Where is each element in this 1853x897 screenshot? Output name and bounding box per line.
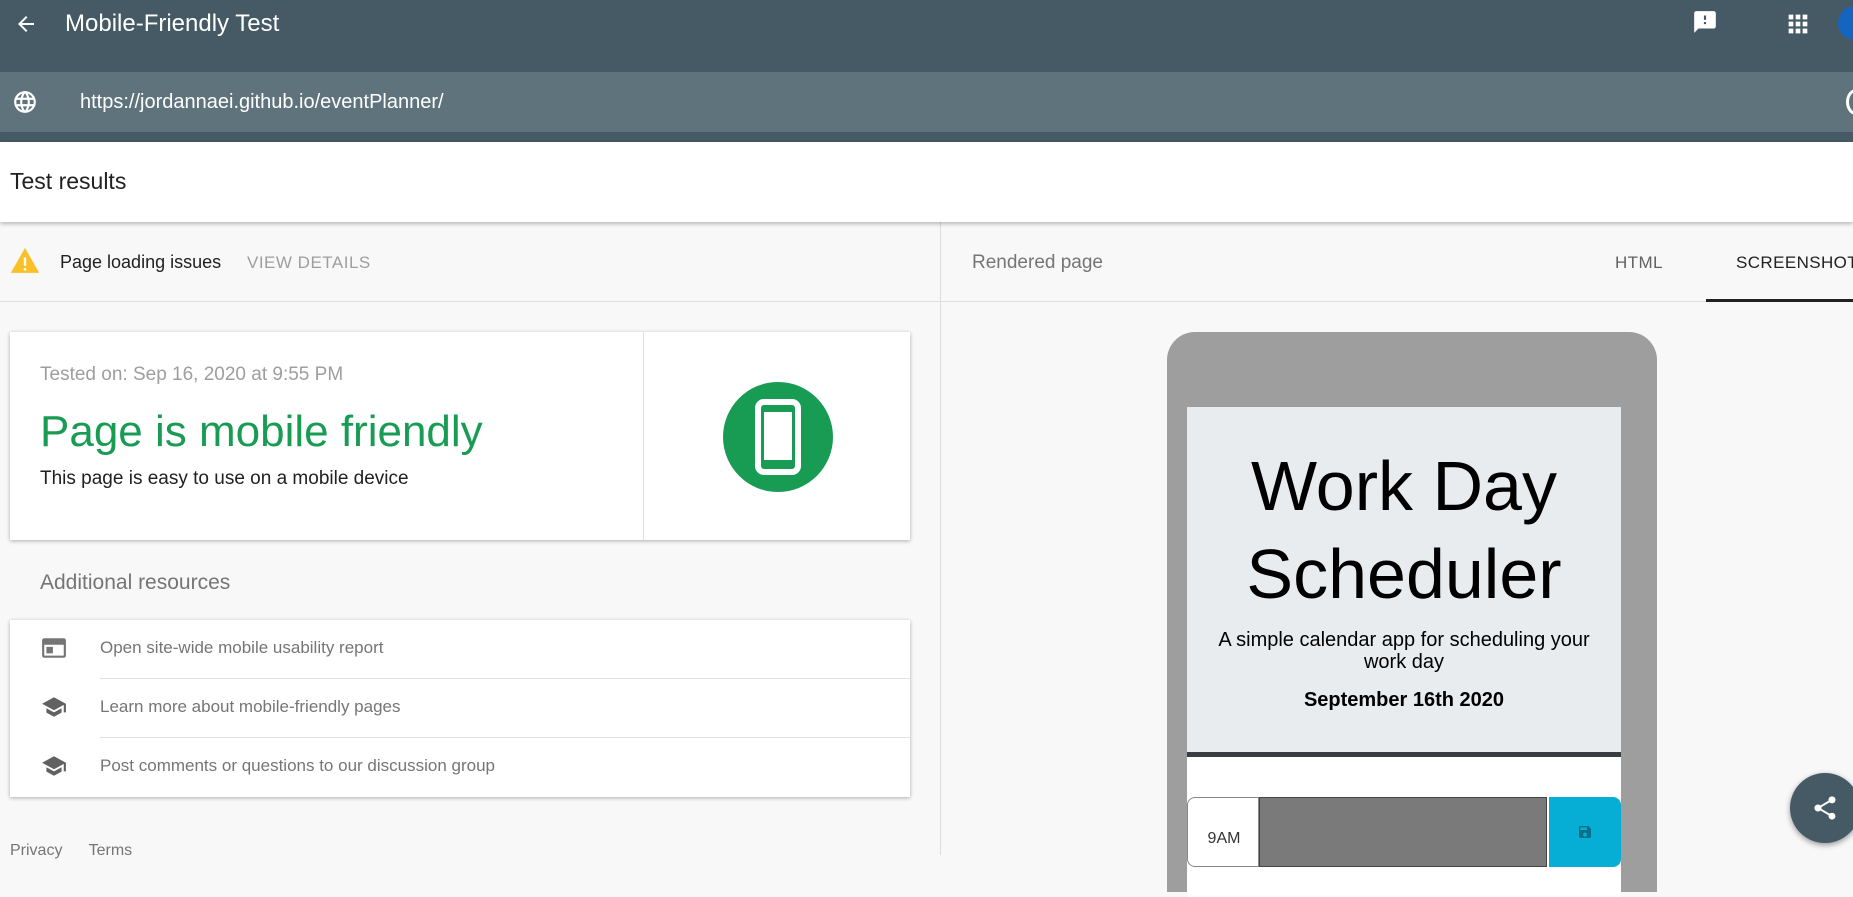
summary-text-area: Tested on: Sep 16, 2020 at 9:55 PM Page … xyxy=(10,332,644,540)
title-row: Mobile-Friendly Test xyxy=(0,0,1853,48)
mobile-friendly-badge xyxy=(723,382,833,492)
tab-screenshot[interactable]: SCREENSHOT xyxy=(1736,253,1853,273)
device-frame: Work Day Scheduler A simple calendar app… xyxy=(1167,332,1657,897)
resource-item-discussion-group[interactable]: Post comments or questions to our discus… xyxy=(10,738,910,797)
verdict-description: This page is easy to use on a mobile dev… xyxy=(40,468,409,489)
app-title: Mobile-Friendly Test xyxy=(65,10,280,37)
preview-date: September 16th 2020 xyxy=(1303,689,1505,711)
selected-tab-indicator xyxy=(1706,299,1853,302)
results-left-panel: Page loading issues VIEW DETAILS Tested … xyxy=(0,222,940,859)
results-title: Test results xyxy=(10,168,127,194)
resource-item-label: Post comments or questions to our discus… xyxy=(100,756,495,775)
back-button[interactable] xyxy=(10,8,42,40)
preview-hour-row: 9AM xyxy=(1187,797,1621,867)
tested-on-text: Tested on: Sep 16, 2020 at 9:55 PM xyxy=(40,364,344,385)
rendered-page-panel: Rendered page HTML SCREENSHOT Work Day S… xyxy=(940,222,1853,897)
arrow-back-icon xyxy=(18,16,34,32)
resource-item-label: Learn more about mobile-friendly pages xyxy=(100,697,401,716)
mobile-friendly-verdict: Page is mobile friendly xyxy=(40,407,483,456)
feedback-icon xyxy=(1694,11,1716,33)
view-details-link[interactable]: VIEW DETAILS xyxy=(247,253,371,273)
terms-link[interactable]: Terms xyxy=(89,842,133,859)
results-header: Test results xyxy=(0,142,1853,222)
apps-grid-icon xyxy=(1788,14,1808,34)
smartphone-icon xyxy=(755,399,801,475)
report-icon xyxy=(42,638,66,658)
preview-save-button xyxy=(1549,797,1621,867)
share-button[interactable] xyxy=(1790,773,1853,843)
save-icon xyxy=(1579,826,1591,838)
additional-resources-heading: Additional resources xyxy=(40,571,231,594)
url-input[interactable] xyxy=(80,86,1780,118)
preview-subtitle: A simple calendar app for scheduling you… xyxy=(1218,629,1590,673)
preview-hour-label: 9AM xyxy=(1187,797,1259,867)
feedback-button[interactable] xyxy=(1692,8,1718,36)
share-icon xyxy=(1814,796,1836,820)
resource-item-learn-more[interactable]: Learn more about mobile-friendly pages xyxy=(10,679,910,738)
rendered-screenshot: Work Day Scheduler A simple calendar app… xyxy=(1187,407,1621,897)
preview-event-textarea xyxy=(1259,797,1547,867)
hour-text: 9AM xyxy=(1207,830,1241,847)
school-icon xyxy=(42,756,66,776)
preview-jumbotron: Work Day Scheduler A simple calendar app… xyxy=(1187,407,1621,757)
url-action-icon[interactable] xyxy=(1846,89,1853,115)
globe-icon xyxy=(14,91,36,113)
privacy-link[interactable]: Privacy xyxy=(10,842,62,859)
account-avatar[interactable] xyxy=(1838,6,1853,40)
resources-list: Open site-wide mobile usability report L… xyxy=(10,620,910,797)
preview-title: Work Day Scheduler xyxy=(1246,447,1562,613)
url-bar xyxy=(0,72,1853,132)
summary-card: Tested on: Sep 16, 2020 at 9:55 PM Page … xyxy=(10,332,910,540)
warning-icon xyxy=(10,248,40,273)
resource-item-label: Open site-wide mobile usability report xyxy=(100,638,384,657)
footer-links: Privacy Terms xyxy=(10,842,154,860)
resource-item-usability-report[interactable]: Open site-wide mobile usability report xyxy=(10,620,910,679)
loading-issues-text: Page loading issues xyxy=(60,252,222,272)
rendered-page-label: Rendered page xyxy=(972,252,1103,273)
tab-html[interactable]: HTML xyxy=(1615,253,1663,273)
loading-issues-row: Page loading issues VIEW DETAILS xyxy=(0,222,940,302)
top-app-bar: Mobile-Friendly Test xyxy=(0,0,1853,142)
apps-button[interactable] xyxy=(1784,10,1812,38)
school-icon xyxy=(42,697,66,717)
rendered-tabs-row: Rendered page HTML SCREENSHOT xyxy=(941,222,1853,302)
